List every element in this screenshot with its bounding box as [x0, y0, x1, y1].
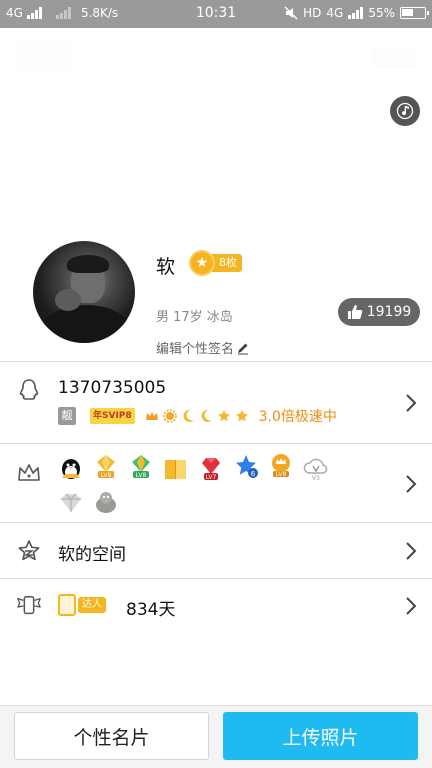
- status-bar: 4G 5.8K/s 10:31 HD 4G 55%: [0, 0, 432, 28]
- penguin-outline-icon: [16, 377, 42, 403]
- back-button[interactable]: [14, 42, 70, 70]
- phone-badge-icon: [58, 594, 76, 616]
- hd-label: HD: [303, 6, 322, 20]
- star-6-icon: 6: [236, 455, 258, 478]
- svg-text:6: 6: [251, 470, 256, 478]
- speed-status: 3.0倍极速中: [258, 409, 337, 425]
- divider: [0, 578, 432, 579]
- sun-level-icon: [162, 409, 177, 423]
- svg-text:V3: V3: [312, 475, 320, 482]
- diamond-lv8-green-icon: LV8: [132, 455, 150, 479]
- phone-wings-icon: [16, 593, 42, 619]
- moon-level-icon: [201, 409, 212, 422]
- chevron-right-icon: [406, 475, 417, 493]
- upload-photo-button[interactable]: 上传照片: [223, 712, 418, 760]
- divider: [0, 361, 432, 362]
- crown-lv8-icon: LV8: [272, 454, 290, 478]
- liang-tag: 靓: [58, 407, 76, 425]
- svg-text:LV8: LV8: [101, 472, 112, 479]
- avatar[interactable]: [33, 241, 135, 343]
- medal-count: 8枚: [211, 254, 242, 272]
- gem-lv7-icon: LV7: [202, 458, 220, 481]
- profile-card-button[interactable]: 个性名片: [14, 712, 209, 760]
- music-note-icon: [396, 102, 414, 120]
- more-button[interactable]: [372, 46, 416, 68]
- thumbs-up-icon: [347, 305, 363, 319]
- qzone-star-icon: [16, 538, 42, 564]
- qq-number: 1370735005: [58, 378, 167, 398]
- svg-text:LV7: LV7: [206, 474, 217, 481]
- like-button[interactable]: 19199: [338, 298, 420, 326]
- signal-2-icon: [348, 7, 364, 19]
- diamond-gray-icon: [61, 493, 81, 512]
- svg-text:LV8: LV8: [136, 472, 147, 479]
- moon-level-icon: [183, 409, 194, 422]
- diamond-lv8-icon: LV8: [97, 455, 115, 479]
- star-level-icon: [217, 410, 230, 422]
- bird-icon: [96, 492, 116, 513]
- v3-icon: V3: [303, 458, 328, 482]
- chevron-right-icon: [406, 394, 417, 412]
- battery-percent: 55%: [368, 6, 395, 20]
- chevron-right-icon: [406, 542, 417, 560]
- network-type-2-label: 4G: [326, 6, 344, 20]
- music-toggle-button[interactable]: [390, 96, 420, 126]
- book-icon: [165, 460, 186, 479]
- medal-star-icon: ★: [189, 250, 215, 276]
- pencil-icon: [238, 343, 249, 354]
- divider: [0, 522, 432, 523]
- daren-badge: 达人: [58, 594, 106, 616]
- svg-text:LV8: LV8: [276, 471, 287, 478]
- nickname: 软: [156, 256, 176, 278]
- user-info: 男 17岁 冰岛: [156, 310, 233, 325]
- online-days: 834天: [126, 600, 176, 620]
- edit-signature-label: 编辑个性签名: [156, 342, 235, 357]
- mute-icon: [284, 6, 298, 20]
- crown-outline-icon: [16, 460, 42, 486]
- daren-tag-label: 达人: [78, 597, 106, 613]
- battery-icon: [400, 7, 429, 19]
- svip-tag: 年SVIP8: [90, 408, 135, 424]
- qq-penguin-icon: [62, 459, 80, 479]
- star-level-icon: [235, 410, 248, 422]
- qzone-label: 软的空间: [58, 545, 126, 565]
- like-count: 19199: [366, 304, 412, 320]
- divider: [0, 443, 432, 444]
- chevron-right-icon: [406, 597, 417, 615]
- medal-badge[interactable]: ★ 8枚: [189, 250, 242, 276]
- crown-level-icon: [145, 412, 158, 420]
- edit-signature-link[interactable]: 编辑个性签名: [156, 338, 250, 357]
